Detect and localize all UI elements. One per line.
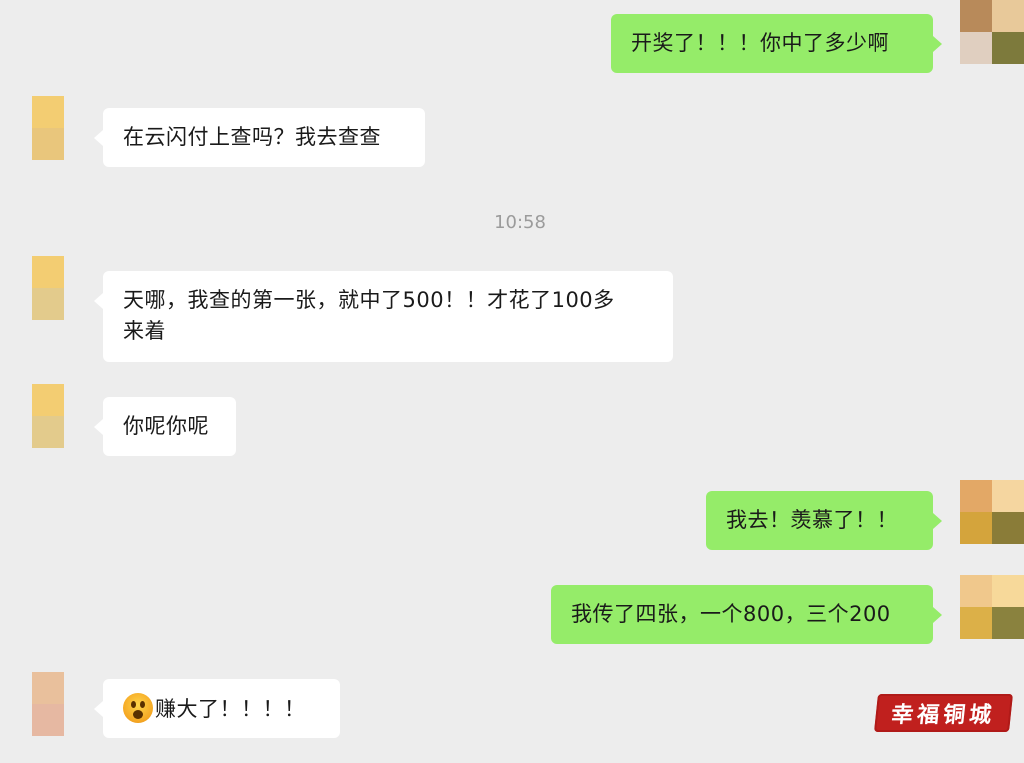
message-bubble[interactable]: 开奖了！！！你中了多少啊 — [611, 14, 942, 73]
message-bubble[interactable]: 天哪，我查的第一张，就中了500！！才花了100多 来着 — [94, 271, 673, 362]
contact-avatar[interactable] — [32, 384, 64, 448]
contact-avatar[interactable] — [32, 672, 64, 736]
message-text: 你呢你呢 — [123, 414, 209, 438]
message-text: 我传了四张，一个800，三个200 — [571, 602, 891, 626]
message-bubble[interactable]: 我去！羡慕了！！ — [706, 491, 942, 550]
message-text: 在云闪付上查吗？我去查查 — [123, 125, 381, 149]
self-avatar[interactable] — [960, 575, 1024, 639]
message-bubble[interactable]: 赚大了！！！！ — [94, 679, 340, 738]
message-text: 赚大了！！！！ — [155, 697, 306, 721]
message-text-line: 天哪，我查的第一张，就中了500！！才花了100多 — [123, 288, 615, 312]
self-avatar[interactable] — [960, 0, 1024, 64]
contact-avatar[interactable] — [32, 256, 64, 320]
message-text-line: 来着 — [123, 319, 166, 343]
surprised-face-emoji — [123, 693, 153, 723]
contact-avatar[interactable] — [32, 96, 64, 160]
message-bubble[interactable]: 我传了四张，一个800，三个200 — [551, 585, 942, 644]
message-bubble[interactable]: 在云闪付上查吗？我去查查 — [94, 108, 425, 167]
message-text: 开奖了！！！你中了多少啊 — [631, 31, 889, 55]
message-text: 我去！羡慕了！！ — [726, 508, 898, 532]
message-timestamp: 10:58 — [494, 212, 546, 233]
self-avatar[interactable] — [960, 480, 1024, 544]
message-bubble[interactable]: 你呢你呢 — [94, 397, 236, 456]
watermark-stamp: 幸福铜城 — [874, 694, 1013, 732]
